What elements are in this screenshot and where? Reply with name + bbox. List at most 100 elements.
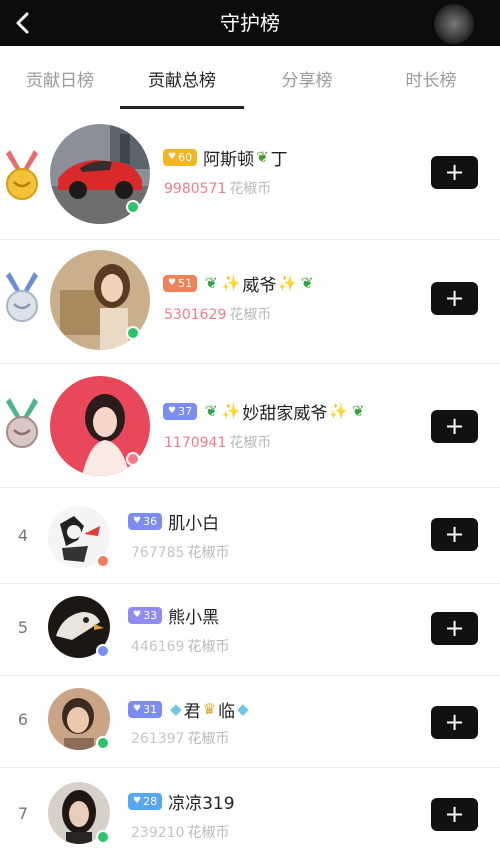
user-name-line: ♥ 36 肌小白 (128, 508, 219, 534)
score-value: 767785 (131, 545, 185, 561)
score-unit: 花椒币 (187, 825, 230, 841)
user-name-line: ♥ 51 ❦ ✨ 威爷 ✨ ❦ (163, 270, 316, 296)
heart-icon: ♥ (168, 278, 177, 288)
heart-icon: ♥ (133, 796, 142, 806)
list-item[interactable]: 7 ♥ 28 凉凉319 239210 花椒币 + (0, 768, 500, 856)
crown-emoji-icon: ♛ (202, 700, 217, 718)
score-value: 239210 (131, 825, 185, 841)
follow-button[interactable]: + (431, 518, 478, 551)
score-line: 767785 花椒币 (131, 542, 229, 562)
heart-icon: ♥ (133, 610, 142, 620)
score-unit: 花椒币 (229, 307, 272, 323)
follow-button[interactable]: + (431, 282, 478, 315)
sparkle-icon: ✨ (329, 402, 349, 420)
online-status-dot (96, 736, 110, 750)
online-status-dot (126, 326, 140, 340)
online-status-dot (96, 554, 110, 568)
online-status-dot (96, 644, 110, 658)
list-item[interactable]: 6 ♥ 31 ◆ 君 ♛ 临 ◆ 261397 花椒币 + (0, 676, 500, 768)
heart-icon: ♥ (133, 516, 142, 526)
score-unit: 花椒币 (229, 181, 272, 197)
heart-icon: ♥ (168, 406, 177, 416)
follow-button[interactable]: + (431, 410, 478, 443)
user-name-line: ♥ 31 ◆ 君 ♛ 临 ◆ (128, 696, 251, 722)
heart-icon: ♥ (168, 152, 177, 162)
online-status-dot (96, 830, 110, 844)
floating-blur-icon[interactable] (434, 4, 474, 44)
top-bar: 守护榜 (0, 0, 500, 46)
level-badge: ♥ 37 (163, 402, 198, 420)
user-name-line: ♥ 28 凉凉319 (128, 788, 235, 814)
follow-button[interactable]: + (431, 706, 478, 739)
user-name-line: ♥ 60 阿斯顿 ❦ 丁 (163, 144, 288, 170)
user-name-suffix: 临 (218, 701, 236, 722)
score-line: 261397 花椒币 (131, 728, 229, 748)
score-value: 446169 (131, 639, 185, 655)
rank-number: 4 (17, 526, 29, 545)
user-name: 凉凉319 (168, 793, 235, 814)
diamond-icon: ◆ (237, 700, 249, 718)
score-value: 9980571 (164, 181, 227, 197)
silver-medal-icon (6, 272, 38, 322)
bronze-medal-icon (6, 398, 38, 448)
follow-button[interactable]: + (431, 612, 478, 645)
score-unit: 花椒币 (187, 639, 230, 655)
page-title: 守护榜 (220, 11, 280, 35)
sparkle-icon: ✨ (221, 402, 241, 420)
leaf-emoji-icon: ❦ (205, 274, 218, 292)
user-name: 阿斯顿 (203, 149, 255, 170)
score-unit: 花椒币 (187, 731, 230, 747)
follow-button[interactable]: + (431, 798, 478, 831)
user-name: 肌小白 (168, 513, 220, 534)
tab-daily-contribution[interactable]: 贡献日榜 (12, 66, 108, 96)
online-status-dot (126, 200, 140, 214)
score-line: 1170941 花椒币 (164, 432, 271, 452)
level-badge: ♥ 33 (128, 606, 163, 624)
gold-medal-icon (6, 150, 38, 200)
leaf-emoji-icon: ❦ (256, 148, 269, 166)
leaf-emoji-icon: ❦ (301, 274, 314, 292)
follow-button[interactable]: + (431, 156, 478, 189)
user-name-line: ♥ 33 熊小黑 (128, 602, 219, 628)
tab-total-contribution[interactable]: 贡献总榜 (132, 66, 232, 96)
score-line: 9980571 花椒币 (164, 178, 271, 198)
diamond-icon: ◆ (170, 700, 182, 718)
tab-duration[interactable]: 时长榜 (388, 66, 474, 96)
heart-icon: ♥ (133, 704, 142, 714)
user-name: 威爷 (242, 275, 277, 296)
rank-number: 6 (17, 710, 29, 729)
score-value: 261397 (131, 731, 185, 747)
user-name: 君 (183, 701, 201, 722)
list-item[interactable]: 5 ♥ 33 熊小黑 446169 花椒币 + (0, 584, 500, 676)
list-item[interactable]: ♥ 37 ❦ ✨ 妙甜家威爷 ✨ ❦ 1170941 花椒币 + (0, 364, 500, 488)
level-badge: ♥ 31 (128, 700, 163, 718)
leaf-emoji-icon: ❦ (352, 402, 365, 420)
level-badge: ♥ 28 (128, 792, 163, 810)
user-name-line: ♥ 37 ❦ ✨ 妙甜家威爷 ✨ ❦ (163, 398, 367, 424)
score-line: 239210 花椒币 (131, 822, 229, 842)
rank-number: 7 (17, 804, 29, 823)
level-badge: ♥ 36 (128, 512, 163, 530)
active-tab-underline (120, 106, 244, 109)
score-line: 446169 花椒币 (131, 636, 229, 656)
list-item[interactable]: ♥ 51 ❦ ✨ 威爷 ✨ ❦ 5301629 花椒币 + (0, 240, 500, 364)
list-item[interactable]: ♥ 60 阿斯顿 ❦ 丁 9980571 花椒币 + (0, 116, 500, 240)
user-name-suffix: 丁 (270, 149, 288, 170)
score-value: 1170941 (164, 435, 227, 451)
tab-share[interactable]: 分享榜 (264, 66, 350, 96)
sparkle-icon: ✨ (278, 274, 298, 292)
user-name: 妙甜家威爷 (242, 403, 328, 424)
user-name: 熊小黑 (168, 607, 220, 628)
score-unit: 花椒币 (229, 435, 272, 451)
leaf-emoji-icon: ❦ (205, 402, 218, 420)
score-line: 5301629 花椒币 (164, 304, 271, 324)
rank-number: 5 (17, 618, 29, 637)
level-badge: ♥ 51 (163, 274, 198, 292)
tab-bar: 贡献日榜 贡献总榜 分享榜 时长榜 (0, 46, 500, 116)
list-item[interactable]: 4 ♥ 36 肌小白 767785 花椒币 + (0, 488, 500, 584)
level-badge: ♥ 60 (163, 148, 198, 166)
online-status-dot (126, 452, 140, 466)
score-unit: 花椒币 (187, 545, 230, 561)
score-value: 5301629 (164, 307, 227, 323)
sparkle-icon: ✨ (221, 274, 241, 292)
